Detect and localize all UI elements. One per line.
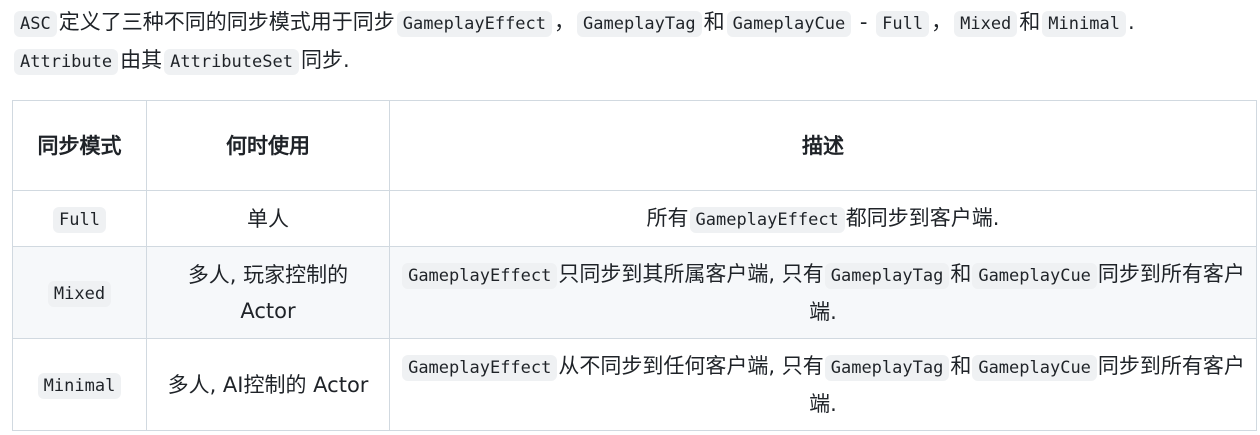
code-minimal: Minimal: [1042, 11, 1126, 37]
code-gameplayeffect: GameplayEffect: [396, 11, 553, 37]
intro-paragraph: ASC 定义了三种不同的同步模式用于同步 GameplayEffect， Gamepl…: [12, 4, 1252, 80]
desc-code: GameplayCue: [972, 354, 1097, 381]
code-gameplaycue: GameplayCue: [726, 11, 852, 37]
intro-period: .: [1127, 10, 1135, 34]
desc-code: GameplayTag: [824, 262, 950, 289]
desc-code: GameplayEffect: [402, 354, 558, 381]
replication-mode-table: 同步模式 何时使用 描述 Full 单人 所有 GameplayEffect 都同步…: [12, 100, 1257, 431]
intro-by: 由其: [120, 48, 163, 72]
table-row: Mixed 多人, 玩家控制的 Actor GameplayEffect 只同步到…: [12, 246, 1257, 339]
desc-text: 只同步到其所属客户端, 只有: [558, 261, 824, 286]
code-attributeset: AttributeSet: [164, 49, 299, 75]
cell-mode: Full: [12, 190, 147, 247]
desc-code: GameplayEffect: [689, 206, 845, 233]
desc-text: 和: [950, 353, 972, 378]
code-full: Full: [876, 11, 930, 37]
intro-sync: 同步.: [300, 48, 350, 72]
cell-when: 多人, 玩家控制的 Actor: [146, 246, 390, 339]
mode-code: Full: [53, 206, 106, 233]
desc-text: 和: [950, 261, 972, 286]
header-when: 何时使用: [146, 100, 390, 191]
intro-comma: ，: [554, 10, 576, 34]
code-mixed: Mixed: [954, 11, 1018, 37]
desc-code: GameplayEffect: [402, 262, 558, 289]
desc-text: 都同步到客户端.: [845, 205, 1000, 230]
table-row: Minimal 多人, AI控制的 Actor GameplayEffect 从不…: [12, 338, 1257, 431]
intro-text: 定义了三种不同的同步模式用于同步: [58, 10, 395, 34]
intro-and: 和: [703, 10, 725, 34]
desc-text: 所有: [646, 205, 689, 230]
intro-dash: -: [859, 10, 868, 34]
mode-code: Minimal: [37, 372, 122, 399]
cell-when: 单人: [146, 190, 390, 247]
desc-text: 从不同步到任何客户端, 只有: [558, 353, 824, 378]
intro-and-2: 和: [1019, 10, 1041, 34]
cell-when: 多人, AI控制的 Actor: [146, 338, 390, 431]
code-asc: ASC: [14, 11, 57, 37]
table-row: Full 单人 所有 GameplayEffect 都同步到客户端.: [12, 190, 1257, 247]
mode-code: Mixed: [47, 280, 112, 307]
cell-desc: GameplayEffect 只同步到其所属客户端, 只有 GameplayTag 和…: [389, 246, 1257, 339]
header-desc: 描述: [389, 100, 1257, 191]
cell-mode: Mixed: [12, 246, 147, 339]
header-mode: 同步模式: [12, 100, 147, 191]
desc-code: GameplayTag: [824, 354, 950, 381]
desc-code: GameplayCue: [972, 262, 1097, 289]
cell-desc: 所有 GameplayEffect 都同步到客户端.: [389, 190, 1257, 247]
intro-comma-2: ，: [931, 10, 953, 34]
code-attribute: Attribute: [14, 49, 119, 75]
table-header-row: 同步模式 何时使用 描述: [12, 100, 1257, 191]
cell-mode: Minimal: [12, 338, 147, 431]
cell-desc: GameplayEffect 从不同步到任何客户端, 只有 GameplayTag 和…: [389, 338, 1257, 431]
code-gameplaytag: GameplayTag: [577, 11, 702, 37]
